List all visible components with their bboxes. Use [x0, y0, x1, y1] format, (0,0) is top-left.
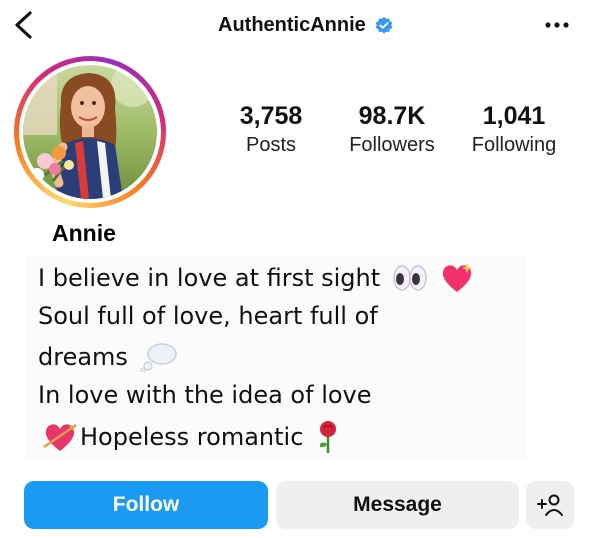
- following-stat[interactable]: 1,041 Following: [462, 100, 566, 158]
- add-person-icon: [537, 494, 563, 516]
- posts-label: Posts: [245, 134, 297, 156]
- posts-stat[interactable]: 3,758 Posts: [226, 100, 316, 158]
- suggest-people-button[interactable]: [526, 481, 574, 529]
- eyes-icon: [393, 265, 427, 291]
- followers-label: Followers: [349, 134, 435, 156]
- more-horizontal-icon: [545, 22, 569, 28]
- message-button[interactable]: Message: [276, 481, 519, 529]
- bio-line: dreams: [38, 342, 178, 372]
- username-header: AuthenticAnnie: [218, 14, 394, 37]
- back-button[interactable]: [10, 10, 40, 40]
- following-count: 1,041: [482, 102, 546, 130]
- bio-line: Hopeless romantic: [42, 420, 341, 454]
- heart-arrow-icon: [43, 424, 77, 451]
- following-label: Following: [471, 134, 557, 156]
- verified-badge-icon: [375, 16, 393, 34]
- rose-icon: [320, 421, 337, 453]
- bio: I believe in love at first sight Soul fu…: [26, 256, 526, 460]
- username: AuthenticAnnie: [218, 14, 366, 36]
- bio-line: In love with the idea of love: [38, 381, 372, 409]
- top-bar: AuthenticAnnie: [0, 0, 592, 56]
- bio-line: I believe in love at first sight: [38, 262, 474, 294]
- posts-count: 3,758: [239, 102, 303, 130]
- bio-line: Soul full of love, heart full of: [38, 302, 378, 330]
- followers-stat[interactable]: 98.7K Followers: [340, 100, 444, 158]
- sparkling-heart-icon: [443, 263, 473, 292]
- followers-count: 98.7K: [358, 102, 426, 130]
- profile-name: Annie: [52, 220, 116, 246]
- profile-photo: [23, 65, 157, 199]
- chevron-left-icon: [15, 11, 32, 39]
- thought-bubble-icon: [140, 343, 177, 372]
- follow-button[interactable]: Follow: [24, 481, 268, 529]
- story-ring[interactable]: [14, 56, 166, 208]
- more-options-button[interactable]: [540, 12, 574, 38]
